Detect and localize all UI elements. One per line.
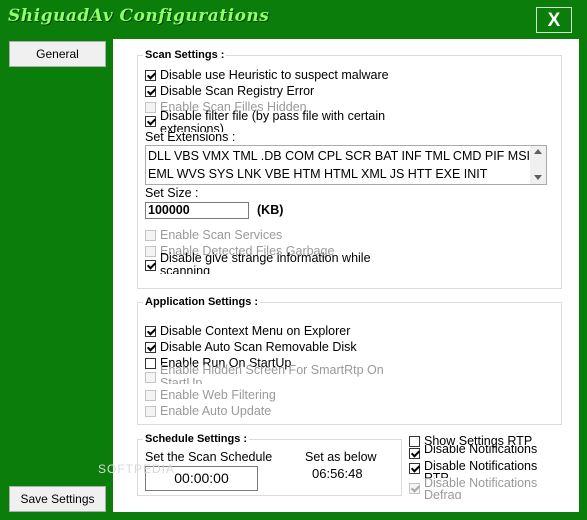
softpedia-watermark: SOFTPEDIA: [98, 462, 176, 476]
set-below-label: Set as below: [305, 450, 377, 464]
removable-disk-checkbox[interactable]: Disable Auto Scan Removable Disk: [145, 339, 357, 355]
checkbox-box: [145, 116, 156, 127]
checkbox-label: Disable Scan Registry Error: [160, 84, 315, 98]
scroll-down-icon[interactable]: [534, 175, 542, 180]
checkbox-box: [145, 341, 156, 353]
config-window: ShiguadAv Configurations X General Save …: [0, 0, 587, 520]
checkbox-box: [145, 372, 156, 383]
window-title: ShiguadAv Configurations: [8, 6, 270, 26]
checkbox-box: [145, 405, 156, 417]
extensions-scrollbar[interactable]: [530, 146, 546, 184]
checkbox-box: [145, 389, 156, 401]
checkbox-label: Disable use Heuristic to suspect malware: [160, 68, 389, 82]
save-settings-button[interactable]: Save Settings: [9, 486, 106, 512]
filter-checkbox[interactable]: Disable filter file (by pass file with c…: [145, 110, 410, 132]
strange-info-checkbox[interactable]: Disable give strange information while s…: [145, 252, 410, 274]
schedule-settings-title: Schedule Settings :: [143, 433, 250, 445]
checkbox-label: Enable Scan Services: [160, 228, 283, 242]
general-button[interactable]: General: [9, 41, 106, 67]
hidden-screen-checkbox: Enable Hidden Screen For SmartRtp On Sta…: [145, 364, 410, 384]
checkbox-box: [409, 483, 420, 494]
checkbox-label: Disable Context Menu on Explorer: [160, 324, 351, 338]
checkbox-box: [145, 260, 156, 271]
checkbox-box: [409, 448, 420, 459]
checkbox-label: Enable Web Filtering: [160, 388, 276, 402]
context-menu-checkbox[interactable]: Disable Context Menu on Explorer: [145, 323, 350, 339]
notifications-rtp-checkbox[interactable]: Disable Notifications RTP: [409, 460, 554, 478]
size-unit: (KB): [257, 203, 284, 217]
checkbox-label: Enable Hidden Screen For SmartRtp On Sta…: [160, 364, 384, 384]
checkbox-label: Disable Auto Scan Removable Disk: [160, 340, 357, 354]
checkbox-box: [409, 463, 420, 474]
checkbox-box: [145, 85, 156, 97]
title-bar: ShiguadAv Configurations X: [0, 0, 587, 36]
scan-services-checkbox: Enable Scan Services: [145, 227, 282, 243]
extensions-label: Set Extensions :: [145, 130, 236, 144]
checkbox-label: Disable Notifications RTP: [424, 460, 538, 478]
size-label: Set Size :: [145, 186, 199, 200]
checkbox-label: Disable filter file (by pass file with c…: [160, 110, 386, 132]
checkbox-label: Enable Auto Update: [160, 404, 272, 418]
settings-panel: Scan Settings : Disable use Heuristic to…: [113, 39, 579, 512]
checkbox-label: Disable Notifications Defrag: [424, 477, 538, 499]
checkbox-box: [145, 325, 156, 337]
app-settings-title: Application Settings :: [143, 296, 261, 308]
notifications-defrag-checkbox: Disable Notifications Defrag: [409, 477, 554, 499]
close-button[interactable]: X: [536, 7, 572, 33]
auto-update-checkbox: Enable Auto Update: [145, 403, 271, 419]
scan-settings-title: Scan Settings :: [143, 49, 227, 61]
notifications-checkbox[interactable]: Disable Notifications: [409, 445, 537, 459]
size-input[interactable]: 100000: [145, 202, 249, 219]
extensions-textarea[interactable]: DLL VBS VMX TML .DB COM CPL SCR BAT INF …: [145, 145, 547, 185]
web-filtering-checkbox: Enable Web Filtering: [145, 387, 276, 403]
scroll-up-icon[interactable]: [534, 149, 542, 154]
checkbox-label: Disable Notifications: [424, 445, 538, 456]
checkbox-box: [145, 69, 156, 81]
checkbox-box: [145, 229, 156, 241]
heuristic-checkbox[interactable]: Disable use Heuristic to suspect malware: [145, 67, 389, 83]
current-time-value: 06:56:48: [312, 466, 363, 481]
registry-checkbox[interactable]: Disable Scan Registry Error: [145, 83, 314, 99]
checkbox-label: Disable give strange information while s…: [160, 252, 371, 274]
